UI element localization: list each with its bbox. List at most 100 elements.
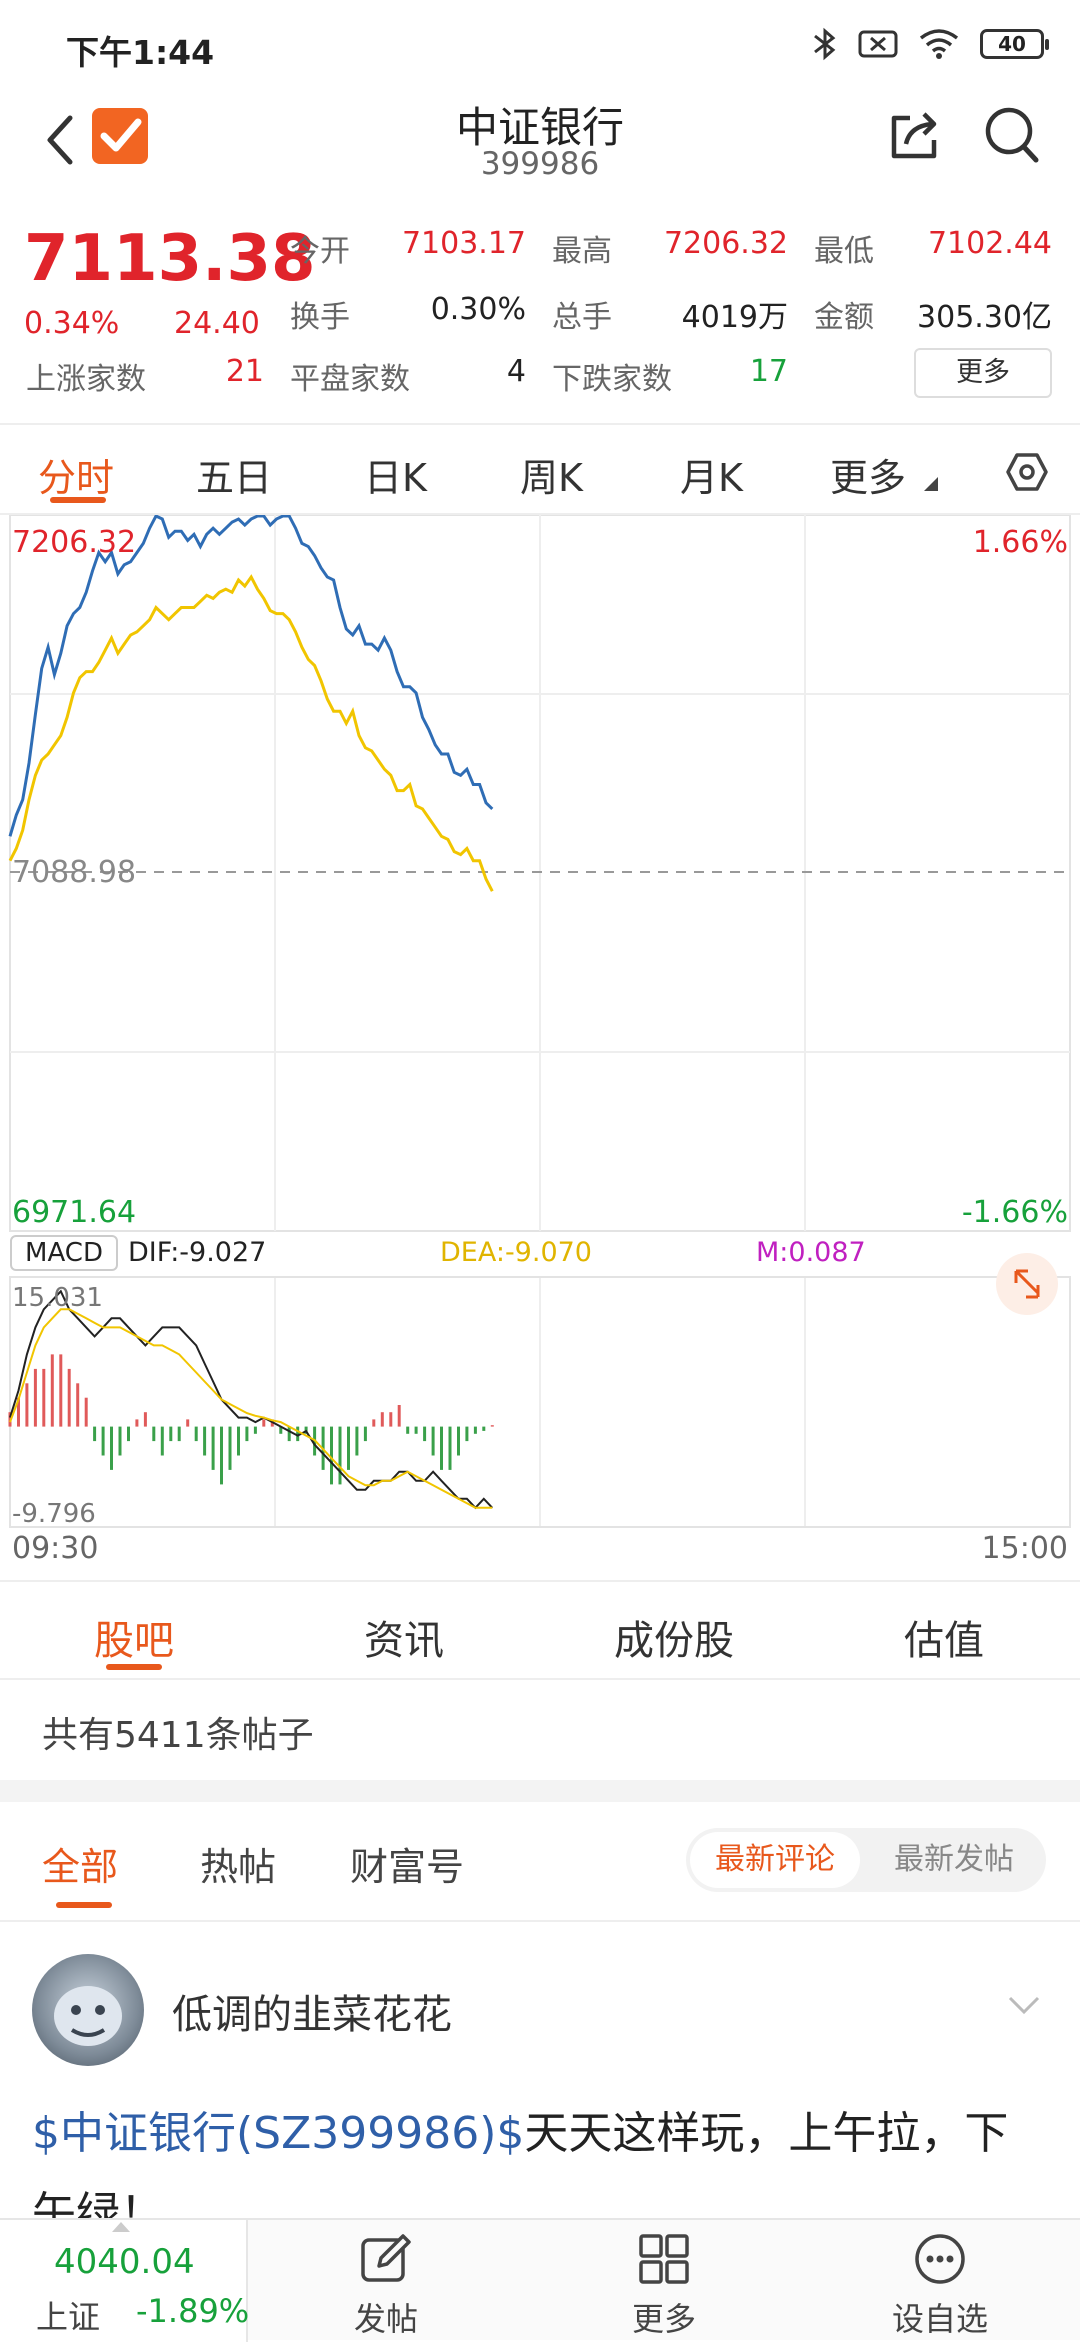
more-button[interactable]: 更多 <box>574 2232 754 2340</box>
tab-five-day[interactable]: 五日 <box>196 447 272 502</box>
add-watchlist-label: 设自选 <box>891 2300 988 2338</box>
flat-count-value: 4 <box>506 354 526 389</box>
flat-count-label: 平盘家数 <box>290 362 410 397</box>
sort-toggle: 最新评论 最新发帖 <box>686 1828 1046 1892</box>
tab-guba[interactable]: 股吧 <box>34 1608 234 1666</box>
bluetooth-icon <box>814 27 836 61</box>
index-ticker[interactable]: 4040.04 上证 -1.89% <box>0 2220 250 2342</box>
sort-latest-comment[interactable]: 最新评论 <box>690 1832 860 1888</box>
macd-m-label: M:0.087 <box>756 1237 866 1268</box>
index-value: 4040.04 <box>54 2242 195 2282</box>
low-label: 最低 <box>814 234 874 269</box>
tab-more[interactable]: 更多 <box>830 447 906 502</box>
stock-header: 中证银行 399986 <box>0 90 1080 200</box>
status-time: 下午1:44 <box>66 33 215 72</box>
tab-news[interactable]: 资讯 <box>304 1608 504 1666</box>
pct-high-label: 1.66% <box>972 525 1068 560</box>
edit-icon <box>361 2234 411 2282</box>
macd-bottom-label: -9.796 <box>12 1499 96 1529</box>
post-filter-bar: 全部 热帖 财富号 最新评论 最新发帖 <box>0 1802 1080 1922</box>
tab-daily-k[interactable]: 日K <box>364 447 427 502</box>
tab-weekly-k[interactable]: 周K <box>520 447 583 502</box>
change-percent: 0.34% <box>24 306 120 341</box>
macd-dea-label: DEA:-9.070 <box>440 1237 592 1268</box>
macd-dif-line <box>9 1289 494 1510</box>
volume-label: 总手 <box>552 300 612 335</box>
chevron-down-icon[interactable] <box>1006 1994 1042 2018</box>
time-end-label: 15:00 <box>981 1531 1068 1566</box>
active-filter-indicator <box>56 1902 112 1908</box>
intraday-chart: 7206.32 1.66% 7088.98 6971.64 -1.66% MAC… <box>0 514 1080 1575</box>
grid-icon <box>639 2234 689 2284</box>
post-button-label: 发帖 <box>353 2300 418 2338</box>
filter-fortune[interactable]: 财富号 <box>350 1836 464 1891</box>
avg-price-line <box>8 574 494 892</box>
open-value: 7103.17 <box>401 226 526 261</box>
more-button-label: 更多 <box>631 2300 696 2338</box>
dropdown-triangle-icon <box>924 477 938 491</box>
high-label: 最高 <box>552 234 612 269</box>
up-count-value: 21 <box>225 354 264 389</box>
stock-section-tabs: 股吧 资讯 成份股 估值 <box>0 1580 1080 1680</box>
low-value: 7102.44 <box>927 226 1052 261</box>
expand-icon <box>1014 1269 1040 1299</box>
post-item[interactable]: 低调的韭菜花花 $中证银行(SZ399986)$天天这样玩，上午拉，下午绿！ <box>0 1922 1080 2239</box>
pct-low-label: -1.66% <box>961 1195 1068 1230</box>
down-count-value: 17 <box>749 354 788 389</box>
bottom-bar: 4040.04 上证 -1.89% 发帖 更多 设自选 <box>0 2218 1080 2342</box>
macd-indicator-button[interactable]: MACD <box>10 1235 118 1271</box>
active-tab-indicator <box>50 497 106 503</box>
more-quote-button[interactable]: 更多 <box>914 348 1052 398</box>
y-low-label: 6971.64 <box>12 1195 137 1230</box>
post-button[interactable]: 发帖 <box>296 2232 476 2340</box>
chart-tabs: 分时 五日 日K 周K 月K 更多 <box>0 425 1080 515</box>
macd-top-label: 15.031 <box>12 1283 103 1313</box>
amount-label: 金额 <box>814 300 874 335</box>
prev-close-label: 7088.98 <box>12 855 137 890</box>
post-count: 共有5411条帖子 <box>42 1715 314 1756</box>
active-stock-tab-indicator <box>106 1664 162 1670</box>
share-icon[interactable] <box>886 106 944 164</box>
battery-level: 40 <box>998 32 1026 56</box>
macd-dea-line <box>9 1308 493 1509</box>
sort-latest-post[interactable]: 最新发帖 <box>866 1832 1042 1888</box>
chart-grid <box>9 514 1071 1528</box>
current-price: 7113.38 <box>24 222 316 296</box>
add-watchlist-button[interactable]: 设自选 <box>850 2232 1030 2340</box>
tab-monthly-k[interactable]: 月K <box>680 447 743 502</box>
tab-constituents[interactable]: 成份股 <box>574 1608 774 1666</box>
amount-value: 305.30亿 <box>917 300 1052 335</box>
index-change: -1.89% <box>136 2292 250 2330</box>
avatar[interactable] <box>32 1954 144 2066</box>
expand-chart-button[interactable] <box>996 1253 1058 1315</box>
chart-canvas <box>8 514 1071 1528</box>
more-dots-icon <box>915 2234 965 2284</box>
battery-icon: 40 <box>980 29 1049 59</box>
filter-hot[interactable]: 热帖 <box>200 1836 276 1891</box>
tab-valuation[interactable]: 估值 <box>844 1608 1044 1666</box>
section-divider <box>0 1780 1080 1802</box>
macd-dif-label: DIF:-9.027 <box>128 1237 267 1268</box>
high-value: 7206.32 <box>663 226 788 261</box>
sim-x-icon <box>858 30 898 58</box>
tab-intraday[interactable]: 分时 <box>38 447 114 502</box>
post-author[interactable]: 低调的韭菜花花 <box>172 1982 452 2040</box>
volume-value: 4019万 <box>681 300 788 335</box>
down-count-label: 下跌家数 <box>552 362 672 397</box>
filter-all[interactable]: 全部 <box>42 1836 118 1891</box>
quote-panel: 7113.38 0.34% 24.40 今开 7103.17 最高 7206.3… <box>0 200 1080 425</box>
search-icon[interactable] <box>982 104 1042 166</box>
y-high-label: 7206.32 <box>12 525 137 560</box>
up-count-label: 上涨家数 <box>26 362 146 397</box>
status-bar: 下午1:44 40 <box>0 0 1080 90</box>
post-stock-tag[interactable]: $中证银行(SZ399986)$ <box>32 2108 524 2159</box>
settings-hexagon-icon[interactable] <box>1006 451 1048 493</box>
wifi-icon <box>919 29 959 59</box>
change-value: 24.40 <box>174 306 260 341</box>
turnover-value: 0.30% <box>430 292 526 327</box>
turnover-label: 换手 <box>290 300 350 335</box>
open-label: 今开 <box>290 234 350 269</box>
index-name: 上证 <box>36 2298 101 2336</box>
post-count-row: 共有5411条帖子 <box>0 1680 1080 1780</box>
time-start-label: 09:30 <box>12 1531 99 1566</box>
